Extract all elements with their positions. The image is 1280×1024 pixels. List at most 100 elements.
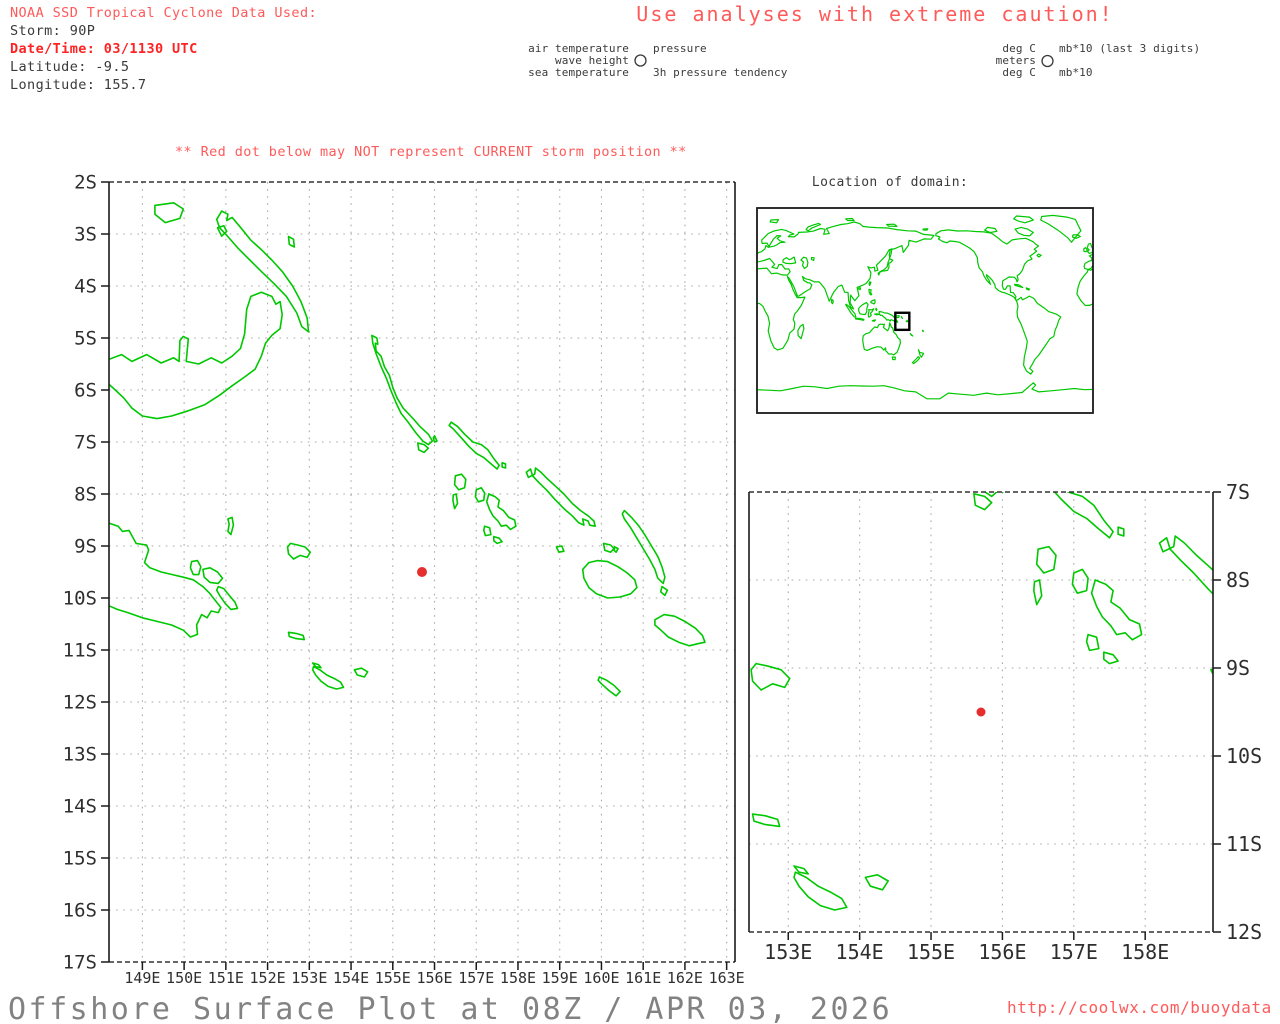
coastline-ranongga: [452, 493, 459, 510]
coastline-vella-lavella: [453, 473, 467, 491]
coastline-florida-islands: [602, 542, 615, 553]
y-axis-label: 4S: [74, 276, 97, 298]
x-axis-label: 151E: [208, 969, 244, 987]
coastline-wagina: [501, 462, 507, 469]
coastline-vella-lavella: [1035, 545, 1057, 574]
coastline-choiseul: [1053, 492, 1114, 539]
y-axis-label: 12S: [63, 692, 97, 714]
storm-position-dot: [976, 707, 986, 717]
coastline-newfoundland: [1036, 253, 1042, 258]
coastline-goodenough: [585, 693, 603, 717]
coastline-bougainville: [371, 334, 434, 446]
y-axis-label: 7S: [74, 432, 97, 454]
coastline-new-ireland: [215, 210, 310, 333]
coastline-caspian-sea: [800, 256, 809, 270]
coastline-new-georgia: [485, 493, 517, 531]
coastline-west-africa: [1076, 268, 1093, 307]
coastline-tabar: [631, 126, 647, 144]
y-axis-label: 9S: [74, 536, 97, 558]
x-axis-label: 149E: [124, 969, 160, 987]
y-axis-label: 12S: [1226, 920, 1262, 944]
coastline-black-sea: [782, 256, 797, 265]
coastline-lihir: [753, 144, 763, 162]
coastline-new-hanover: [154, 202, 185, 224]
coastline-misima: [751, 813, 781, 828]
coastline-makira: [654, 613, 706, 647]
coastline-rendova: [483, 525, 492, 537]
coastline-russell-islands: [555, 545, 565, 553]
coastline-trobriand: [649, 620, 658, 649]
coastline-guadalcanal: [581, 559, 638, 599]
coastline-normanby: [630, 737, 666, 776]
coastline-nz-north: [917, 349, 925, 358]
world-locator-map: [756, 207, 1094, 414]
y-axis-label: 2S: [74, 172, 97, 194]
coastline-borneo: [858, 301, 869, 316]
coastline-florida-east: [613, 546, 619, 553]
coastline-new-ireland: [630, 101, 787, 305]
y-axis-label: 9S: [1226, 656, 1250, 680]
coastline-trobriand: [227, 516, 235, 536]
coastline-new-hanover: [524, 87, 573, 120]
caution-banner: Use analyses with extreme caution!: [636, 2, 1113, 26]
coastline-sri-lanka: [830, 298, 834, 305]
coastline-aral-sea: [810, 256, 815, 262]
coastline-severnaya-zemlya: [845, 217, 855, 222]
coastline-fergusson: [202, 567, 224, 585]
coastline-tasmania: [891, 356, 896, 361]
inset-zoom-map: 153E 154E 155E 156E 157E 158E 7S 8S 9S 10S 11S 12S: [446, 87, 1262, 964]
coastline-java: [854, 317, 865, 321]
coastline-hispaniola: [1025, 287, 1030, 291]
y-axis-label: 8S: [1226, 568, 1250, 592]
coastline-halmahera: [875, 307, 878, 312]
coastline-new-siberian: [886, 223, 898, 227]
coastline-taiwan: [868, 281, 872, 287]
x-axis-label: 154E: [333, 969, 369, 987]
x-axis-label: 161E: [625, 969, 661, 987]
legend-sea-temperature-label: sea temperature: [528, 66, 629, 79]
legend-tendency-label: 3h pressure tendency: [653, 66, 788, 79]
coastline-malaita-small: [906, 319, 909, 322]
coastline-americas: [935, 229, 1062, 375]
coastline-png-mainland: [446, 629, 637, 822]
coastline-new-britain: [109, 291, 283, 420]
coastline-iberia-france: [1083, 253, 1093, 270]
coastline-hainan: [857, 287, 862, 291]
y-axis-label: 14S: [63, 796, 97, 818]
legend-tendency-units: mb*10: [1059, 66, 1093, 79]
coastline-bougainville: [983, 492, 998, 498]
coastline-tetepare: [1103, 651, 1119, 665]
x-axis-label: 163E: [709, 969, 745, 987]
source-url: http://coolwx.com/buoydata: [1007, 998, 1272, 1017]
coastline-baffin: [1014, 226, 1034, 237]
coastline-new-britain: [446, 239, 742, 453]
coastline-britain: [1086, 243, 1093, 254]
coastline-seram: [874, 313, 880, 316]
main-map: 149E 150E 151E 152E 153E 154E 155E 156E 157E 158E…: [63, 172, 745, 988]
y-axis-label: 11S: [1226, 832, 1262, 856]
coastline-santa-isabel: [1158, 535, 1213, 595]
y-axis-label: 13S: [63, 744, 97, 766]
coastline-svalbard: [769, 219, 780, 224]
x-axis-label: 158E: [1121, 940, 1169, 964]
storm-id-line: Storm: 90P: [10, 23, 95, 39]
x-axis-label: 156E: [416, 969, 452, 987]
coastline-rossel: [864, 874, 889, 891]
y-axis-label: 8S: [74, 484, 97, 506]
coastline-woodlark: [286, 542, 311, 560]
coastline-kolombangara: [1071, 568, 1089, 594]
coastline-madagascar: [797, 323, 805, 340]
coastline-antarctica: [757, 382, 1093, 400]
coastline-fauro: [432, 435, 438, 443]
y-axis-label: 17S: [63, 952, 97, 974]
coastline-png-mainland: [109, 522, 222, 638]
coastline-santa-isabel: [525, 467, 596, 527]
coastline-malaita: [621, 509, 666, 585]
coastline-tagula: [311, 665, 345, 690]
noaa-header-line: NOAA SSD Tropical Cyclone Data Used:: [10, 5, 317, 21]
coastline-timor: [871, 319, 877, 322]
coastline-cuba: [1014, 283, 1024, 289]
x-axis-label: 150E: [166, 969, 202, 987]
datetime-line: Date/Time: 03/1130 UTC: [10, 41, 198, 57]
station-model-circle-icon: [634, 54, 647, 67]
